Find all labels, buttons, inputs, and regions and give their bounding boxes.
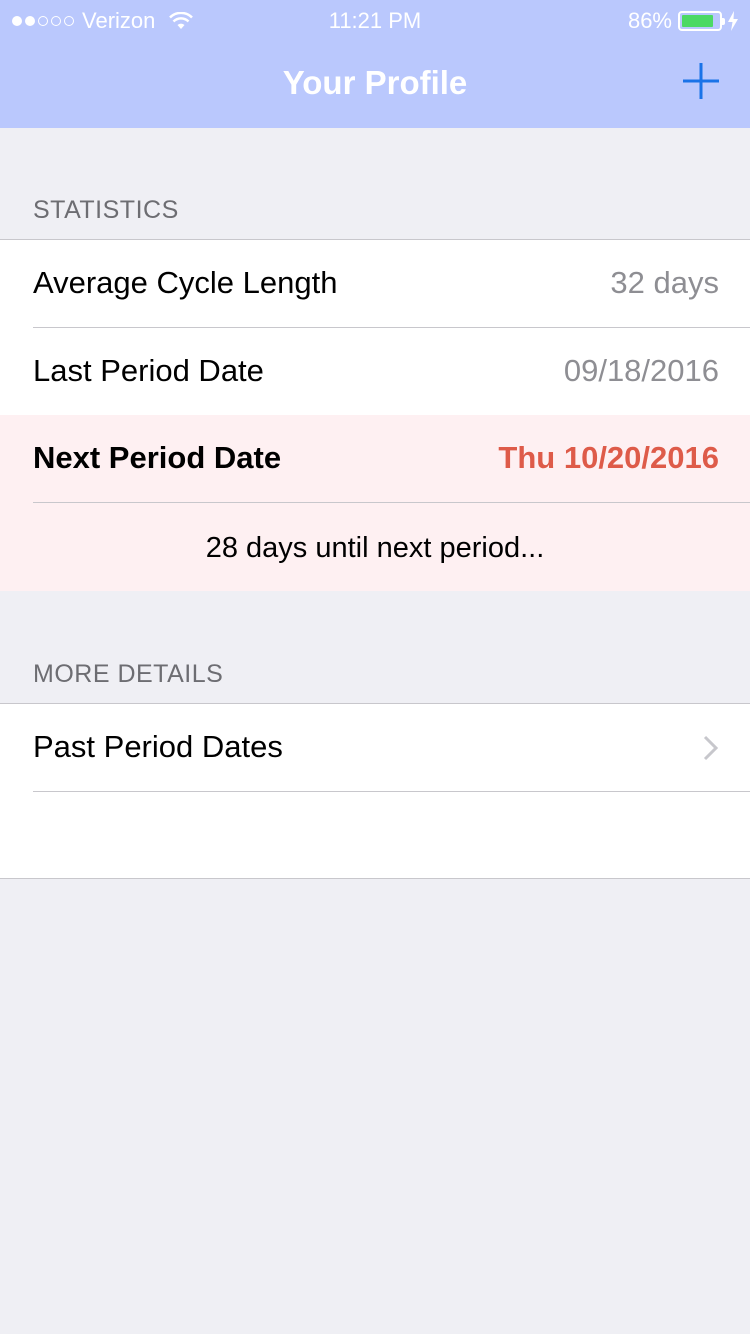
navigation-bar: Verizon 11:21 PM 86% Your Profile [0,0,750,128]
plus-icon [683,63,719,99]
row-value: 09/18/2016 [563,353,719,388]
row-value: 32 days [610,265,719,300]
battery-percent: 86% [627,8,672,33]
more-details-section-header: MORE DETAILS [33,660,224,688]
row-label: Last Period Date [33,353,264,388]
battery-nub [722,18,725,25]
last-period-date-row: Last Period Date 09/18/2016 [0,328,750,416]
countdown-row: 28 days until next period... [0,503,750,591]
statistics-group: Average Cycle Length 32 days Last Period… [0,239,750,591]
next-period-date-row: Next Period Date Thu 10/20/2016 [0,415,750,503]
row-label: Next Period Date [33,440,282,475]
average-cycle-length-row: Average Cycle Length 32 days [0,240,750,328]
battery-icon [678,11,725,31]
countdown-text: 28 days until next period... [205,532,545,564]
row-separator [33,791,750,792]
page-title: Your Profile [282,64,468,101]
more-details-group: Past Period Dates [0,703,750,879]
chevron-right-icon [703,735,719,761]
battery-fill [682,15,713,27]
row-label: Past Period Dates [33,729,283,764]
row-label: Average Cycle Length [33,265,338,300]
add-button[interactable] [680,60,722,102]
charging-bolt-icon [728,11,738,31]
next-period-date-value: Thu 10/20/2016 [498,440,719,475]
status-bar: Verizon 11:21 PM 86% [0,0,750,40]
statistics-section-header: STATISTICS [33,196,179,224]
status-right: 86% [628,8,738,34]
past-period-dates-row[interactable]: Past Period Dates [0,704,750,792]
